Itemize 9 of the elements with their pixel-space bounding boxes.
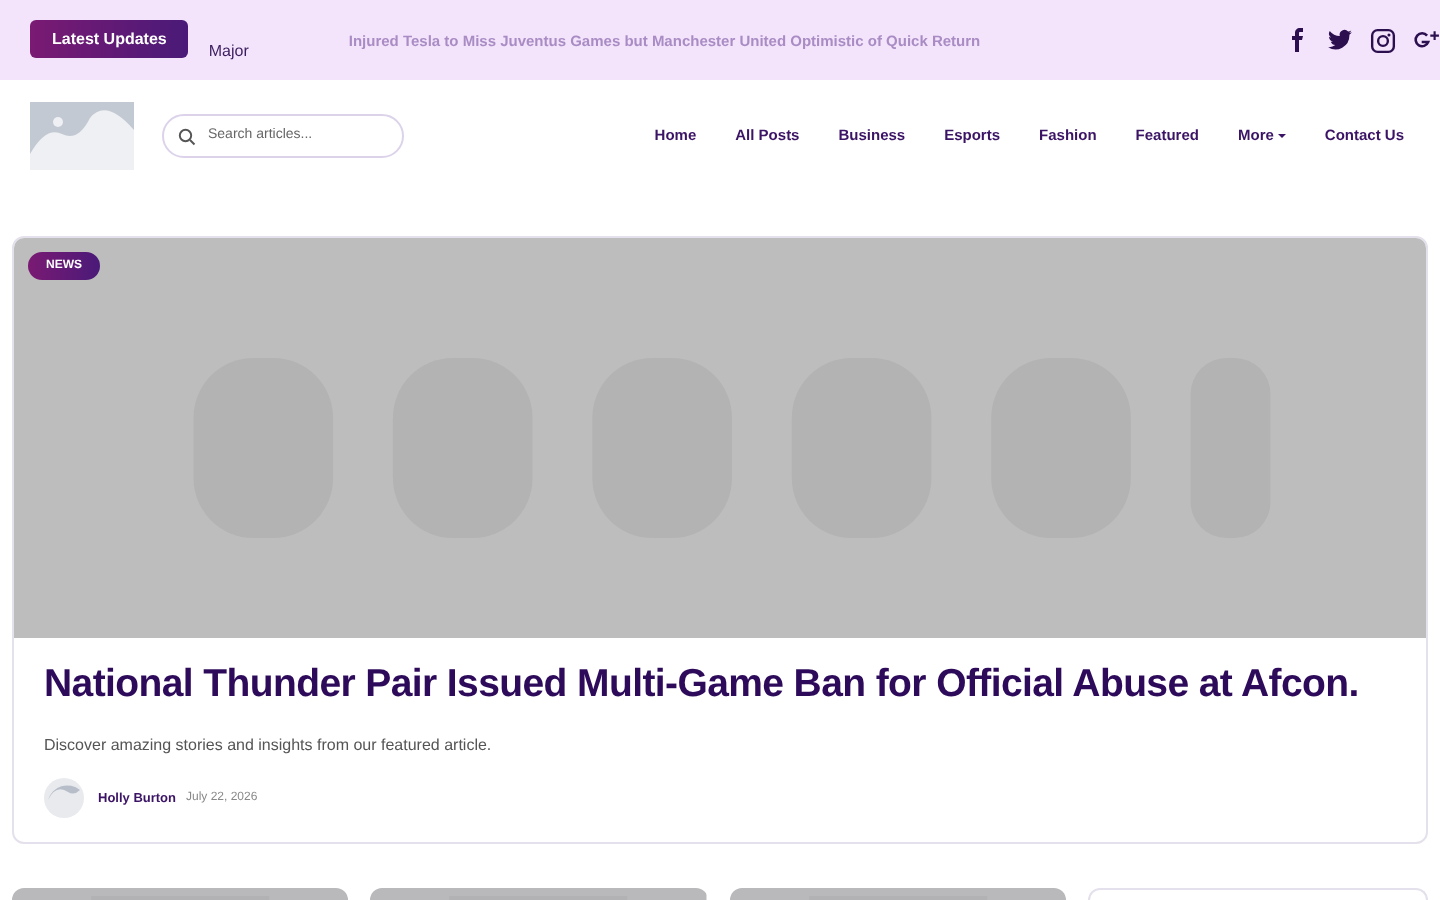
- article-summary: Discover amazing stories and insights from our featured article.: [44, 736, 494, 754]
- bird-icon[interactable]: [1326, 27, 1354, 53]
- google-plus-icon[interactable]: [1412, 27, 1440, 53]
- search-icon: [178, 127, 196, 145]
- avatar-icon: [44, 778, 84, 818]
- article-title[interactable]: National Thunder Pair Issued Multi-Game Ban for Official Abuse at Afcon.: [44, 662, 1396, 708]
- latest-updates-badge: Latest Updates: [30, 19, 189, 57]
- camera-icon[interactable]: [1370, 27, 1396, 53]
- ticker-label: Major: [208, 41, 249, 59]
